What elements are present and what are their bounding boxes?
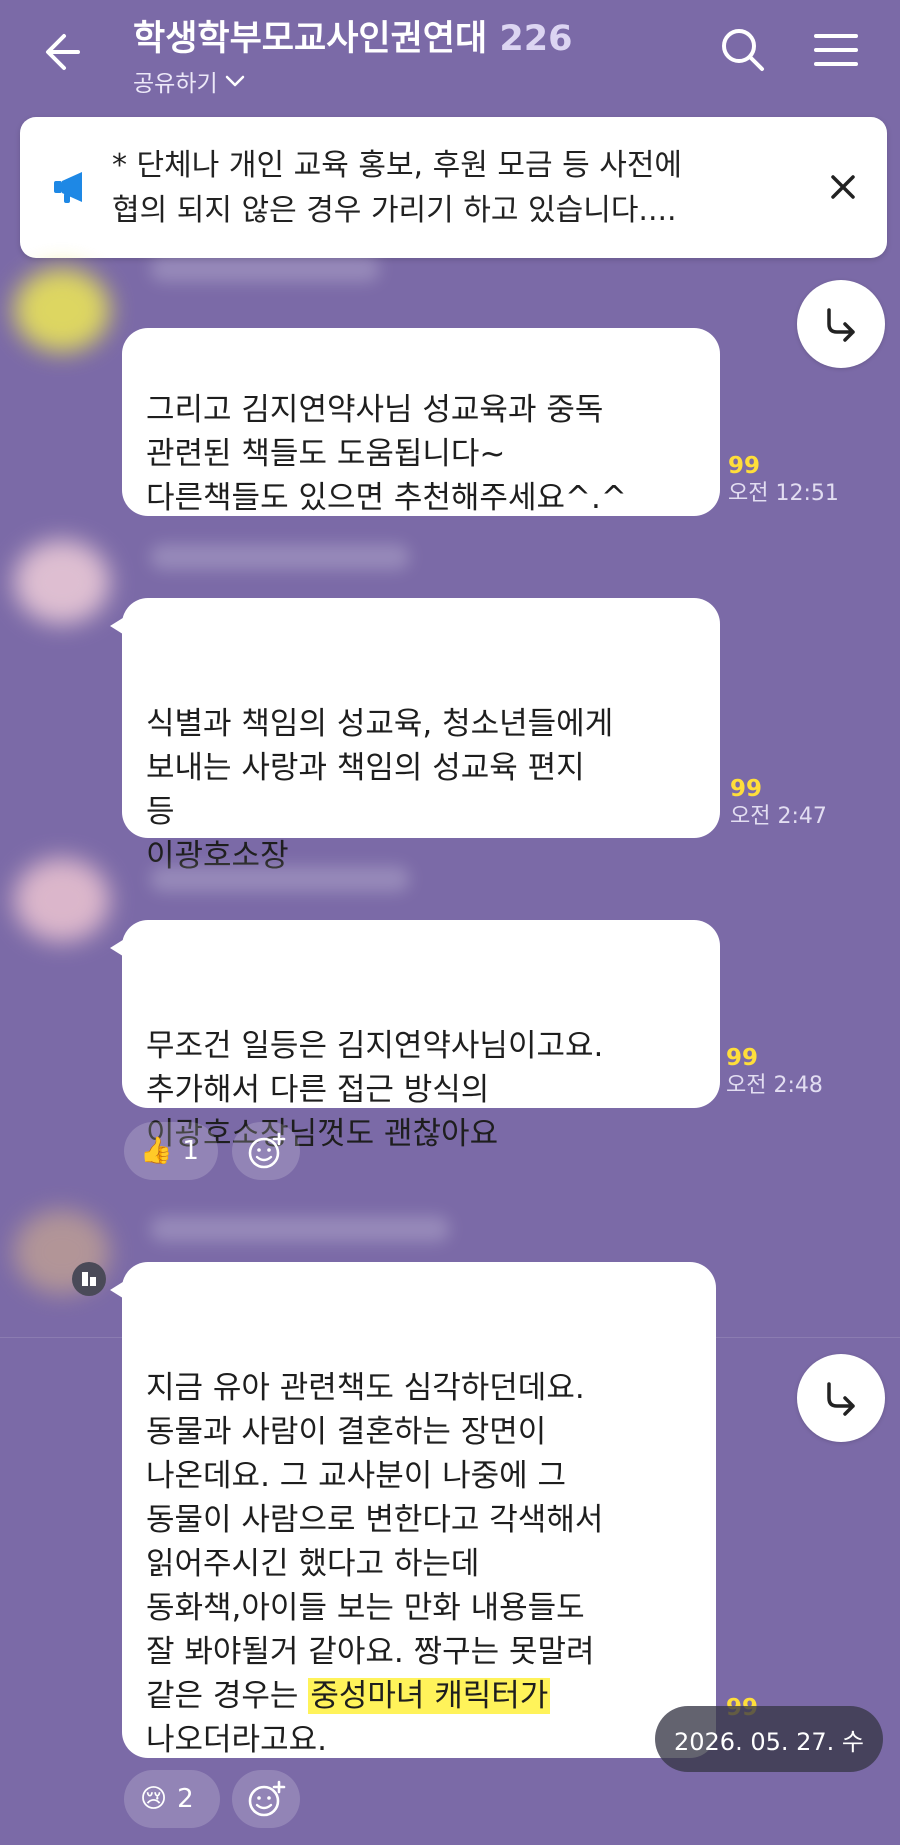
add-reaction-button[interactable] (232, 1122, 300, 1180)
message-bubble[interactable]: 식별과 책임의 성교육, 청소년들에게 보내는 사랑과 책임의 성교육 편지 등… (110, 598, 720, 874)
close-icon[interactable] (823, 167, 863, 207)
date-indicator: 2026. 05. 27. 수 (655, 1706, 883, 1772)
menu-icon (814, 34, 858, 66)
message-time: 오전 2:47 (730, 804, 827, 829)
share-button[interactable] (797, 280, 885, 368)
menu-button[interactable] (808, 22, 864, 78)
share-label: 공유하기 (133, 71, 218, 97)
unread-count: 99 (726, 1045, 759, 1071)
reaction-count: 1 (182, 1136, 199, 1166)
unread-count: 99 (728, 453, 761, 479)
add-emoji-icon (248, 1132, 286, 1169)
message-meta: 99 오전 2:47 (730, 775, 827, 831)
message-meta: 99 오전 12:51 (728, 452, 839, 508)
message-text: 지금 유아 관련책도 심각하던데요. 동물과 사람이 결혼하는 장면이 나온데요… (146, 1370, 604, 1714)
date-text: 2026. 05. 27. 수 (673, 1727, 864, 1756)
message-bubble[interactable]: 그리고 김지연약사님 성교육과 중독 관련된 책들도 도움됩니다~ 다른책들도 … (122, 328, 720, 516)
unread-count: 99 (730, 776, 763, 802)
bubble-tail (110, 1280, 126, 1300)
sender-name (150, 544, 410, 570)
search-button[interactable] (715, 22, 771, 78)
chevron-down-icon (225, 75, 244, 87)
message-text: 무조건 일등은 김지연약사님이고요. 추가해서 다른 접근 방식의 이광호소장님… (146, 1028, 604, 1152)
message-time: 오전 12:51 (728, 481, 839, 506)
sender-name (150, 256, 380, 282)
search-icon (722, 29, 764, 71)
forward-arrow-icon (827, 308, 855, 342)
avatar[interactable] (14, 268, 110, 352)
crying-face-icon: 😢 (140, 1784, 168, 1814)
notice-banner[interactable]: * 단체나 개인 교육 홍보, 후원 모금 등 사전에 협의 되지 않은 경우 … (20, 117, 887, 258)
bubble-tail (110, 938, 126, 958)
chat-room-name: 학생학부모교사인권연대 (133, 19, 488, 59)
sender-name (150, 1216, 450, 1242)
forward-arrow-icon (827, 1382, 855, 1416)
share-link[interactable]: 공유하기 (133, 64, 246, 98)
back-button[interactable] (38, 24, 94, 80)
add-reaction-button[interactable] (232, 1770, 300, 1828)
message-bubble[interactable]: 지금 유아 관련책도 심각하던데요. 동물과 사람이 결혼하는 장면이 나온데요… (110, 1262, 716, 1758)
reaction-thumbs-up[interactable]: 👍 1 (124, 1122, 218, 1180)
member-count: 226 (499, 19, 573, 59)
megaphone-icon (54, 172, 82, 203)
bubble-tail (110, 616, 126, 636)
avatar[interactable] (14, 540, 110, 624)
thumbs-up-icon: 👍 (140, 1136, 173, 1166)
message-time: 오전 2:48 (726, 1073, 823, 1098)
notice-text: * 단체나 개인 교육 홍보, 후원 모금 등 사전에 협의 되지 않은 경우 … (112, 148, 683, 228)
sender-name (150, 866, 410, 892)
share-button[interactable] (797, 1354, 885, 1442)
message-meta: 99 오전 2:48 (726, 1044, 823, 1100)
highlighted-text: 중성마녀 캐릭터가 (308, 1678, 551, 1714)
add-emoji-icon (248, 1780, 286, 1817)
back-arrow-icon (46, 34, 80, 70)
message-bubble[interactable]: 무조건 일등은 김지연약사님이고요. 추가해서 다른 접근 방식의 이광호소장님… (110, 920, 720, 1152)
message-text: 식별과 책임의 성교육, 청소년들에게 보내는 사랑과 책임의 성교육 편지 등… (146, 706, 614, 874)
chat-header: 학생학부모교사인권연대 226 공유하기 (0, 0, 900, 108)
message-text: 그리고 김지연약사님 성교육과 중독 관련된 책들도 도움됩니다~ 다른책들도 … (146, 392, 627, 516)
reaction-sad[interactable]: 😢 2 (124, 1770, 220, 1828)
reaction-count: 2 (177, 1784, 194, 1814)
badge-icon (72, 1262, 106, 1296)
message-text-end: 나오더라고요. (146, 1722, 327, 1758)
chat-title: 학생학부모교사인권연대 226 (133, 10, 572, 61)
avatar[interactable] (14, 858, 110, 942)
